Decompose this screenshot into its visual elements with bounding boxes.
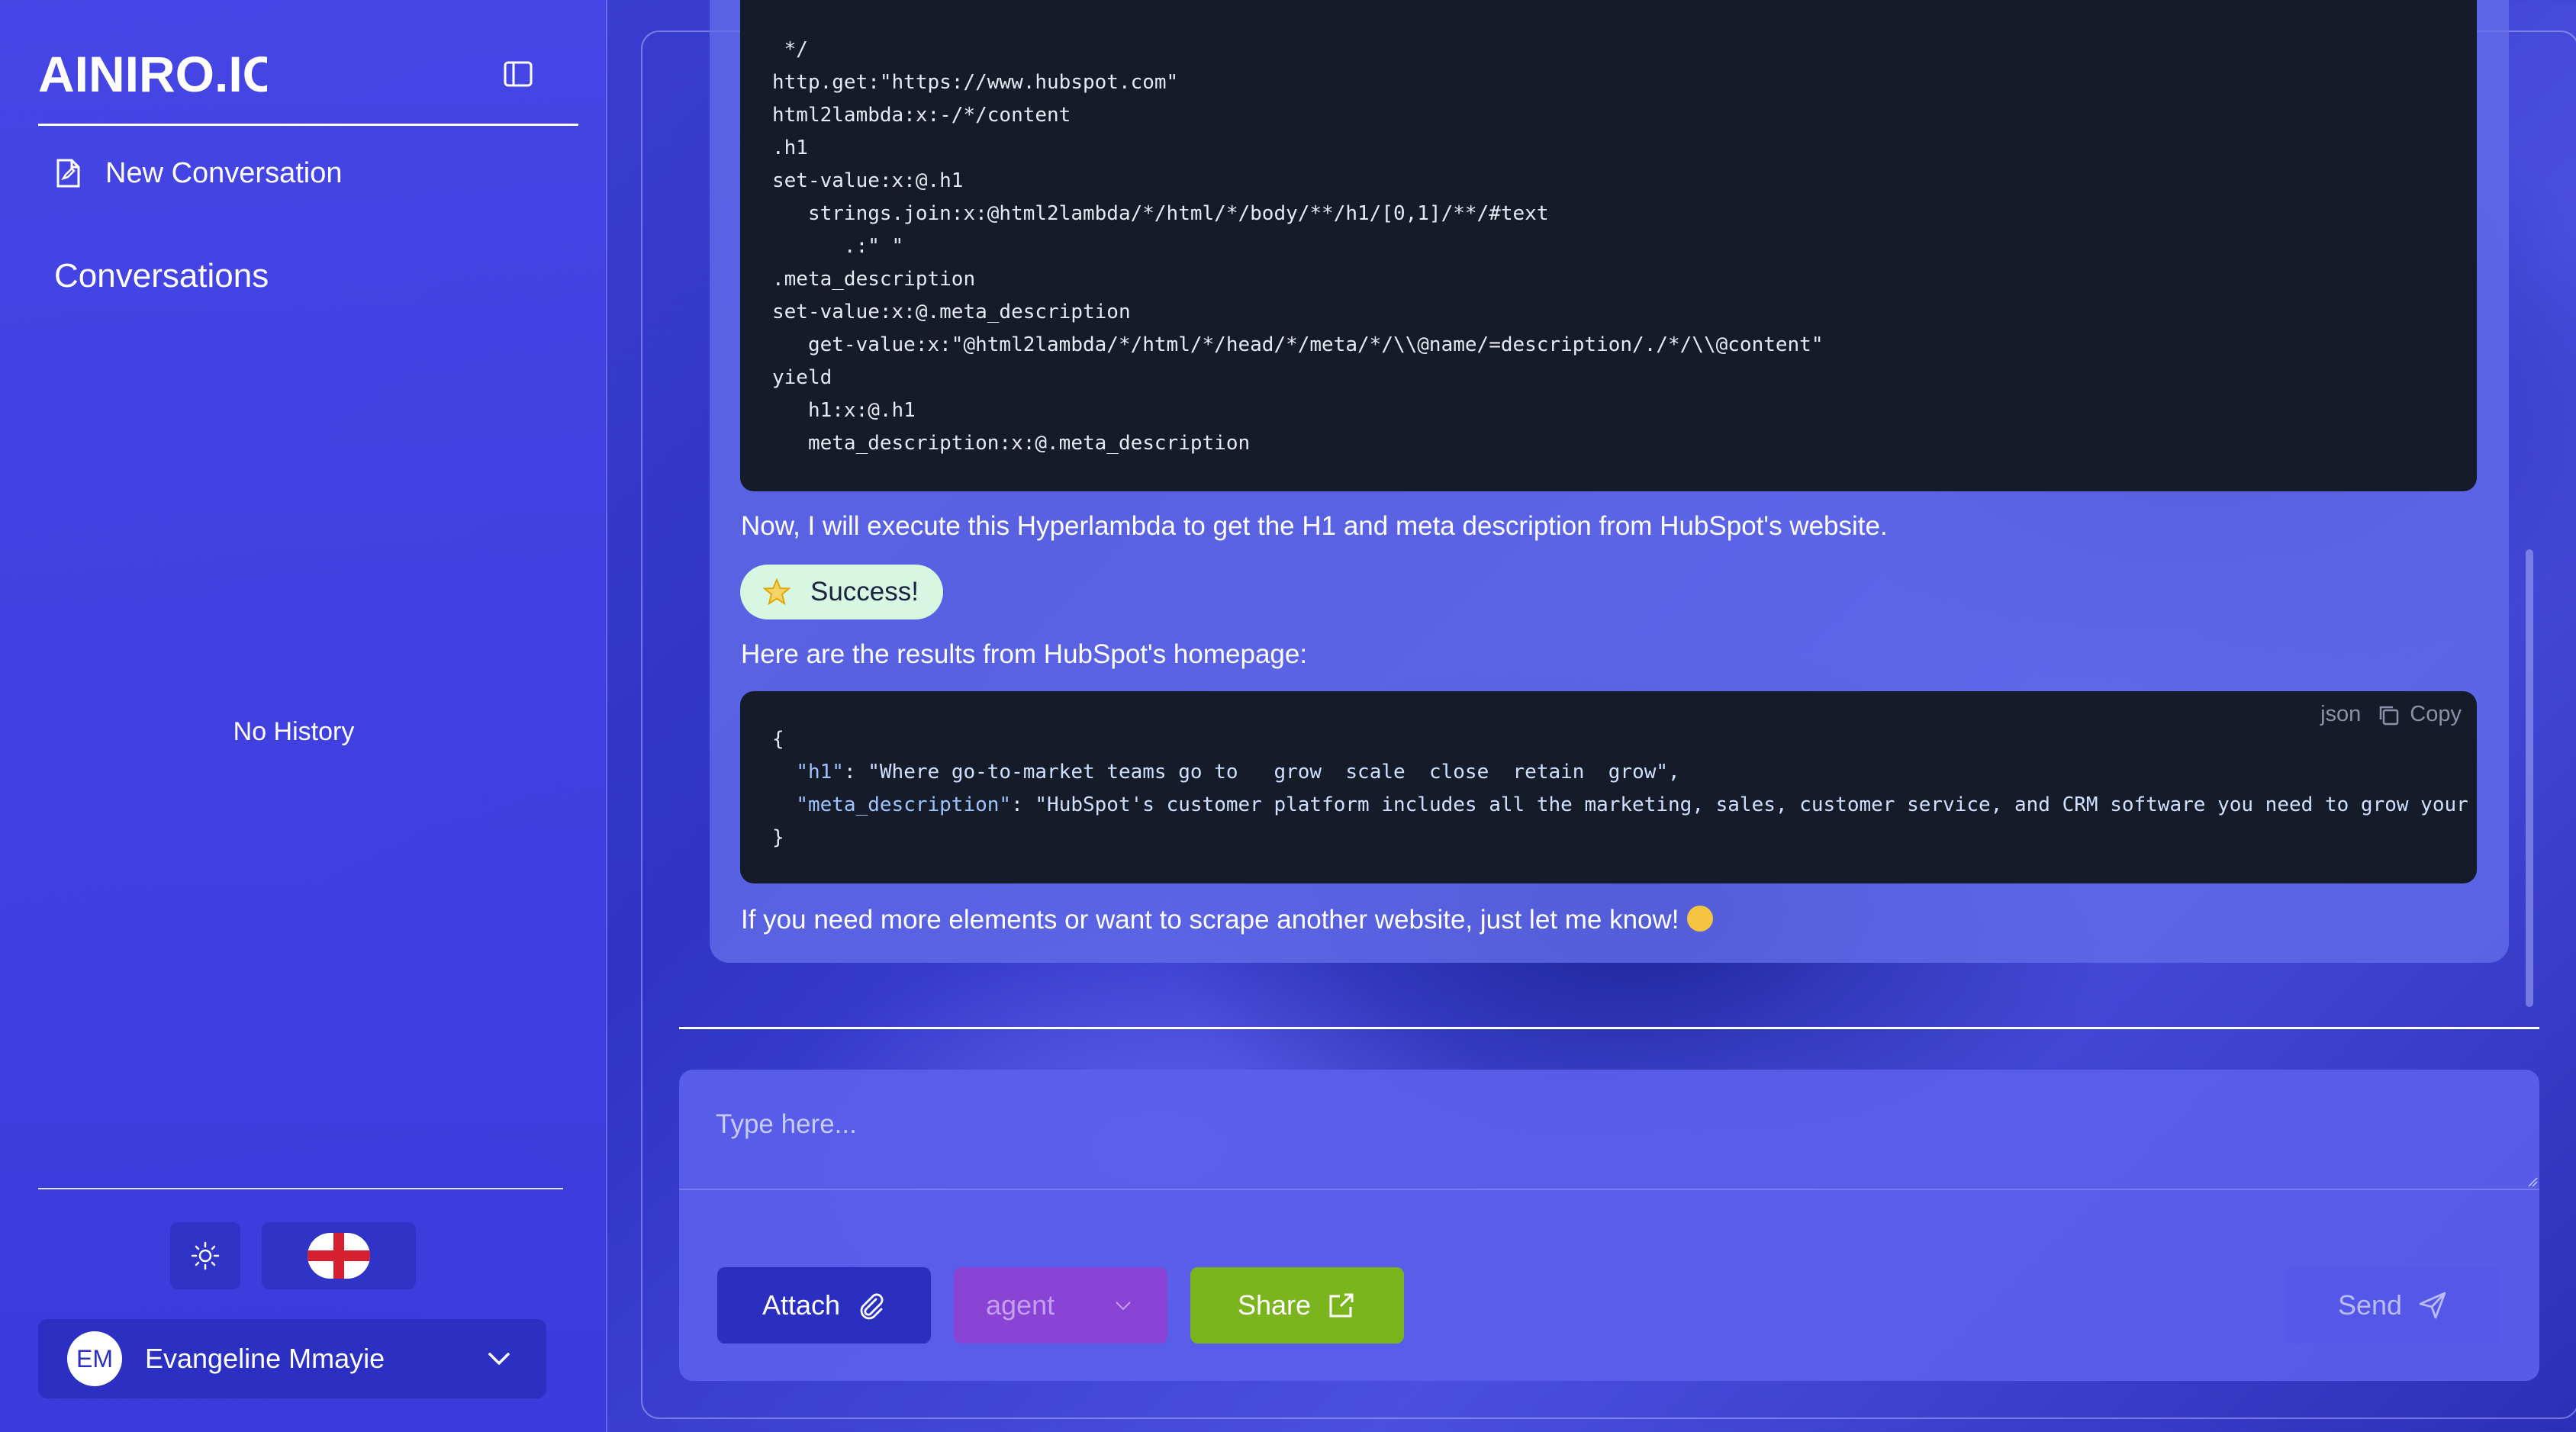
smile-emoji-icon <box>1686 906 1713 932</box>
code-language-label: json <box>2320 702 2362 726</box>
svg-text:AINIRO.IO: AINIRO.IO <box>38 47 267 101</box>
sun-icon <box>191 1241 220 1270</box>
star-icon <box>762 578 791 606</box>
paperclip-icon <box>860 1293 884 1320</box>
execute-message-text: Now, I will execute this Hyperlambda to … <box>741 511 1888 541</box>
attach-label: Attach <box>762 1289 841 1321</box>
chat-divider <box>679 1027 2539 1029</box>
send-icon <box>2419 1292 2446 1319</box>
chat-scrollbar[interactable] <box>2526 549 2533 1007</box>
chevron-down-icon <box>488 1353 510 1365</box>
chevron-down-icon <box>1116 1302 1131 1310</box>
conversations-heading: Conversations <box>54 257 269 294</box>
share-label: Share <box>1237 1289 1312 1321</box>
new-conversation-button[interactable]: New Conversation <box>53 154 342 192</box>
user-name: Evangeline Mmayie <box>145 1343 385 1374</box>
ainiro-logo[interactable]: AINIRO.IO <box>38 47 267 101</box>
copy-label: Copy <box>2410 702 2462 726</box>
success-badge: Success! <box>740 565 943 619</box>
code-content: */ http.get:"https://www.hubspot.com" ht… <box>772 38 1824 455</box>
results-message-text: Here are the results from HubSpot's home… <box>741 639 1308 669</box>
theme-toggle-button[interactable] <box>170 1222 240 1289</box>
closing-message-text: If you need more elements or want to scr… <box>741 905 1713 935</box>
avatar: EM <box>67 1331 122 1386</box>
language-button[interactable] <box>262 1222 416 1289</box>
sidebar-divider <box>38 124 578 126</box>
new-document-icon <box>56 159 80 188</box>
copy-button[interactable]: Copy <box>2376 702 2462 727</box>
sidebar-toggle-icon[interactable] <box>504 61 533 87</box>
resize-handle-icon[interactable] <box>2526 1175 2538 1187</box>
json-code-block: json Copy { "h1": "Where go-to-market te… <box>740 691 2477 883</box>
code-block-toolbar: json Copy <box>2320 702 2462 727</box>
share-icon <box>1329 1293 1354 1318</box>
send-button[interactable]: Send <box>2286 1267 2500 1344</box>
new-conversation-label: New Conversation <box>105 156 343 189</box>
no-history-text: No History <box>233 717 355 746</box>
share-button[interactable]: Share <box>1190 1267 1404 1344</box>
england-flag-icon <box>308 1233 370 1279</box>
attach-button[interactable]: Attach <box>717 1267 931 1344</box>
json-code-content: { "h1": "Where go-to-market teams go to … <box>772 728 2468 849</box>
hyperlambda-code-block: */ http.get:"https://www.hubspot.com" ht… <box>740 0 2477 491</box>
sidebar: AINIRO.IO New Conversation Conversations… <box>0 0 607 1432</box>
sidebar-bottom-divider <box>38 1188 563 1189</box>
message-input[interactable] <box>679 1070 2539 1190</box>
user-menu[interactable]: EM Evangeline Mmayie <box>38 1319 546 1398</box>
success-badge-label: Success! <box>810 577 919 607</box>
copy-icon <box>2380 706 2399 725</box>
send-label: Send <box>2337 1289 2403 1321</box>
agent-select[interactable]: agent <box>954 1267 1167 1344</box>
agent-select-value: agent <box>986 1289 1055 1321</box>
